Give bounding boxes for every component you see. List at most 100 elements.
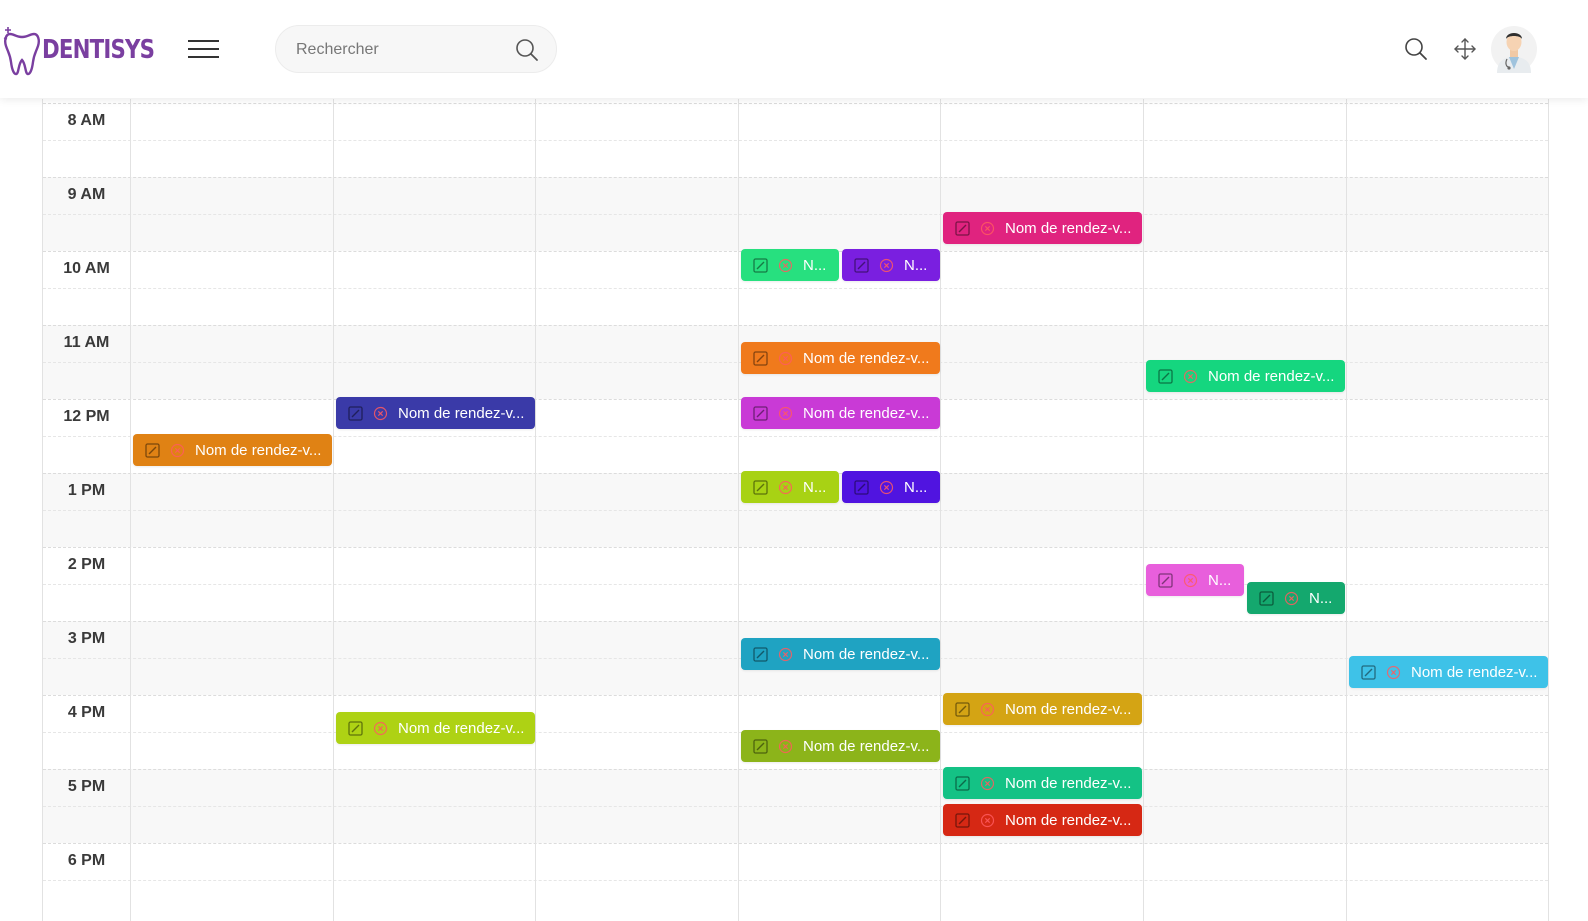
top-navbar: DENTISYS [0, 0, 1588, 98]
appointment-event[interactable]: Nom de rendez-v... [741, 397, 940, 429]
delete-icon[interactable] [1386, 665, 1401, 680]
appointment-event[interactable]: Nom de rendez-v... [336, 712, 535, 744]
delete-icon[interactable] [1284, 591, 1299, 606]
delete-icon[interactable] [980, 221, 995, 236]
fullscreen-button[interactable] [1452, 36, 1478, 62]
menu-icon-line [188, 48, 219, 50]
fullscreen-icon [1454, 38, 1476, 60]
search-icon [1405, 38, 1427, 60]
delete-icon[interactable] [778, 351, 793, 366]
delete-icon[interactable] [1183, 573, 1198, 588]
appointment-title: Nom de rendez-v... [398, 719, 525, 737]
appointment-event[interactable]: Nom de rendez-v... [336, 397, 535, 429]
search-icon [516, 39, 538, 61]
time-slot-row[interactable] [43, 288, 1548, 325]
edit-icon[interactable] [348, 405, 363, 421]
edit-icon[interactable] [1158, 368, 1173, 384]
appointment-event[interactable]: Nom de rendez-v... [943, 804, 1142, 836]
appointment-event[interactable]: N... [1146, 564, 1244, 596]
time-slot-row[interactable]: 4 PM [43, 695, 1548, 732]
appointment-event[interactable]: N... [842, 471, 940, 503]
appointment-title: Nom de rendez-v... [803, 645, 930, 663]
global-search-button[interactable] [1403, 36, 1429, 62]
time-slot-row[interactable]: 9 AM [43, 177, 1548, 214]
delete-icon[interactable] [980, 813, 995, 828]
delete-icon[interactable] [778, 480, 793, 495]
delete-icon[interactable] [879, 480, 894, 495]
app-logo[interactable]: DENTISYS [2, 24, 179, 76]
edit-icon[interactable] [854, 257, 869, 273]
delete-icon[interactable] [778, 406, 793, 421]
time-slot-row[interactable] [43, 806, 1548, 843]
appointment-event[interactable]: Nom de rendez-v... [741, 730, 940, 762]
time-slot-row[interactable]: 2 PM [43, 547, 1548, 584]
time-label: 3 PM [67, 630, 106, 647]
edit-icon[interactable] [1361, 664, 1376, 680]
appointment-event[interactable]: Nom de rendez-v... [741, 342, 940, 374]
edit-icon[interactable] [348, 720, 363, 736]
delete-icon[interactable] [980, 776, 995, 791]
time-slot-row[interactable] [43, 99, 1548, 103]
time-slot-row[interactable] [43, 510, 1548, 547]
delete-icon[interactable] [170, 443, 185, 458]
delete-icon[interactable] [778, 258, 793, 273]
appointment-title: Nom de rendez-v... [195, 441, 322, 459]
edit-icon[interactable] [753, 738, 768, 754]
user-avatar[interactable] [1491, 25, 1537, 73]
search-bar [275, 25, 557, 74]
edit-icon[interactable] [753, 350, 768, 366]
delete-icon[interactable] [778, 739, 793, 754]
time-label: 9 AM [67, 186, 106, 203]
delete-icon[interactable] [980, 702, 995, 717]
edit-icon[interactable] [753, 405, 768, 421]
delete-icon[interactable] [778, 647, 793, 662]
search-button[interactable] [514, 37, 540, 63]
time-slot-row[interactable] [43, 140, 1548, 177]
appointment-event[interactable]: Nom de rendez-v... [741, 638, 940, 670]
time-slot-row[interactable]: 5 PM [43, 769, 1548, 806]
appointment-event[interactable]: N... [741, 471, 839, 503]
edit-icon[interactable] [955, 220, 970, 236]
menu-icon-line [188, 56, 219, 58]
delete-icon[interactable] [879, 258, 894, 273]
appointment-title: N... [1309, 589, 1333, 607]
appointment-title: Nom de rendez-v... [398, 404, 525, 422]
appointment-event[interactable]: N... [741, 249, 839, 281]
appointment-event[interactable]: Nom de rendez-v... [133, 434, 332, 466]
appointment-event[interactable]: Nom de rendez-v... [1349, 656, 1548, 688]
appointment-title: N... [904, 256, 928, 274]
time-slot-row[interactable] [43, 214, 1548, 251]
edit-icon[interactable] [955, 775, 970, 791]
edit-icon[interactable] [753, 479, 768, 495]
appointment-event[interactable]: Nom de rendez-v... [943, 212, 1142, 244]
delete-icon[interactable] [373, 406, 388, 421]
day-column-divider [333, 99, 334, 921]
edit-icon[interactable] [1158, 572, 1173, 588]
appointment-title: Nom de rendez-v... [1208, 367, 1335, 385]
day-column-divider [940, 99, 941, 921]
appointment-event[interactable]: Nom de rendez-v... [1146, 360, 1345, 392]
edit-icon[interactable] [753, 257, 768, 273]
delete-icon[interactable] [373, 721, 388, 736]
search-input[interactable] [294, 26, 508, 74]
appointment-event[interactable]: Nom de rendez-v... [943, 693, 1142, 725]
appointment-event[interactable]: N... [1247, 582, 1345, 614]
edit-icon[interactable] [753, 646, 768, 662]
edit-icon[interactable] [854, 479, 869, 495]
menu-icon-line [188, 40, 219, 42]
edit-icon[interactable] [1259, 590, 1274, 606]
menu-toggle-button[interactable] [188, 38, 220, 60]
appointment-event[interactable]: Nom de rendez-v... [943, 767, 1142, 799]
time-slot-row[interactable]: 8 AM [43, 103, 1548, 140]
appointment-event[interactable]: N... [842, 249, 940, 281]
time-slot-row[interactable] [43, 880, 1548, 917]
edit-icon[interactable] [145, 442, 160, 458]
time-label: 11 AM [63, 334, 110, 351]
day-column-divider [738, 99, 739, 921]
time-slot-row[interactable]: 6 PM [43, 843, 1548, 880]
time-label: 1 PM [67, 482, 106, 499]
edit-icon[interactable] [955, 701, 970, 717]
delete-icon[interactable] [1183, 369, 1198, 384]
edit-icon[interactable] [955, 812, 970, 828]
appointment-title: N... [904, 478, 928, 496]
